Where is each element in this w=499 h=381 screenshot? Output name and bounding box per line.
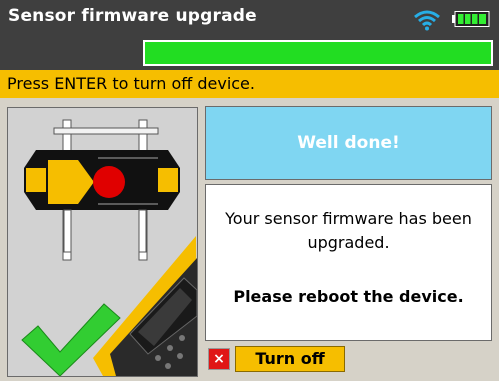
wifi-icon [414,10,440,31]
illustration-panel [7,107,198,377]
close-icon[interactable]: × [208,348,230,370]
reboot-instruction: Please reboot the device. [233,287,464,306]
result-message-box: Your sensor firmware has been upgraded. … [205,184,492,341]
upgrade-message: Your sensor firmware has been upgraded. [225,209,472,252]
title-bar: Sensor firmware upgrade [0,0,499,70]
instruction-banner: Press ENTER to turn off device. [0,70,499,98]
upgrade-progress-bar [143,40,493,66]
success-heading-label: Well done! [297,133,400,153]
page-title: Sensor firmware upgrade [8,6,257,26]
turn-off-button[interactable]: Turn off [235,346,345,372]
battery-icon [452,11,490,27]
success-heading: Well done! [205,106,492,180]
sensor-illustration [21,119,197,376]
upgrade-progress-fill [145,42,491,64]
